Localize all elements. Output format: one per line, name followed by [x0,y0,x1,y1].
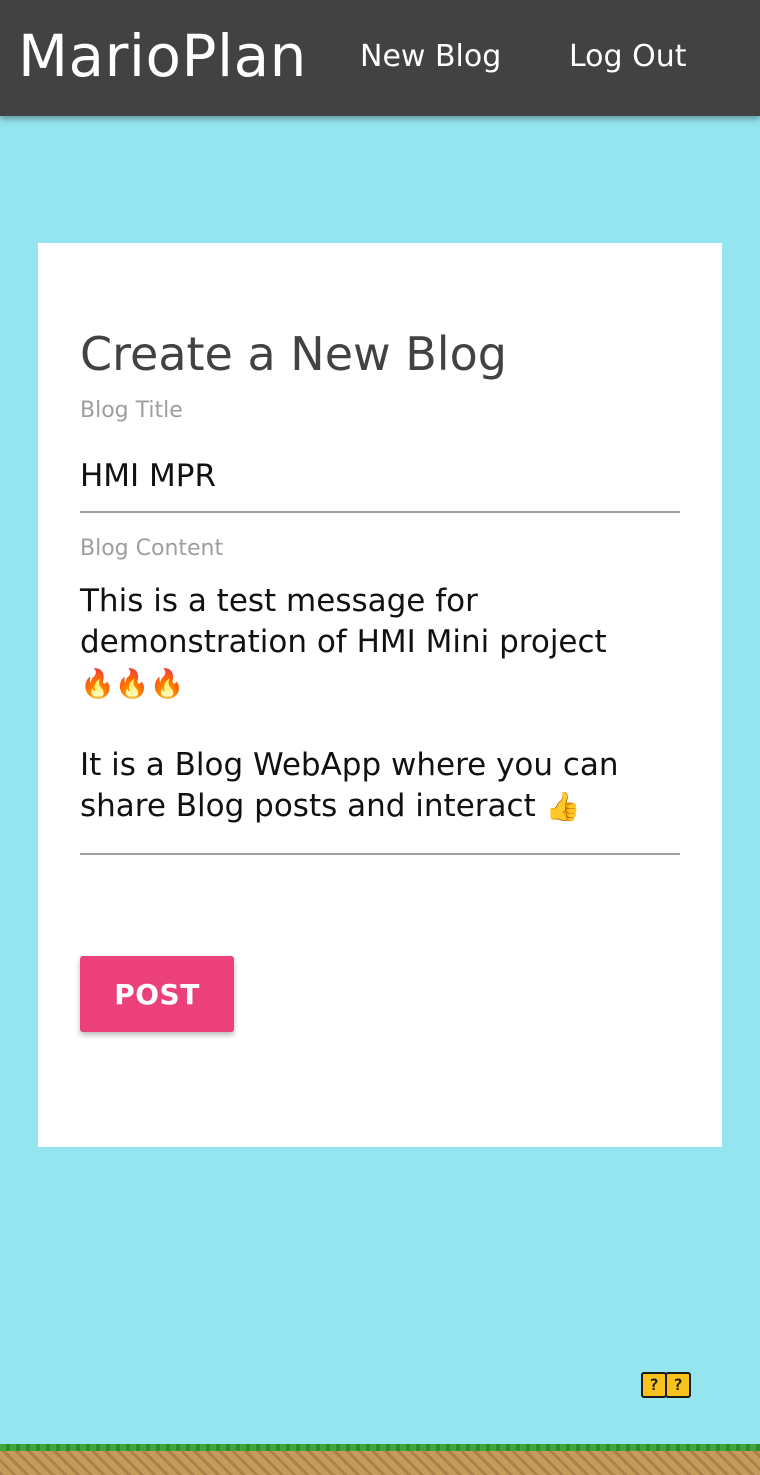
new-blog-link[interactable]: New Blog [360,38,501,76]
question-block-icon: ? [641,1372,667,1398]
form-title: Create a New Blog [80,327,507,381]
blog-title-input[interactable] [80,441,680,513]
content-line: share Blog posts and interact 👍 [80,786,680,827]
content-line-text: share Blog posts and interact [80,788,536,824]
fire-emoji-icon: 🔥🔥🔥 [80,667,185,700]
post-button[interactable]: POST [80,956,234,1032]
brand-logo[interactable]: MarioPlan [18,20,307,92]
ground-decoration [0,1444,760,1475]
create-blog-card: Create a New Blog Blog Title Blog Conten… [38,243,722,1147]
dirt-strip [0,1451,760,1475]
content-line: This is a test message for [80,583,478,619]
blog-content-textarea[interactable]: This is a test message for demonstration… [80,581,680,855]
content-line: demonstration of HMI Mini project [80,624,607,660]
question-blocks-decoration: ? ? [641,1372,691,1398]
thumbs-up-emoji-icon: 👍 [545,790,581,823]
blog-content-label: Blog Content [80,536,224,561]
blog-title-label: Blog Title [80,398,183,423]
content-line: It is a Blog WebApp where you can [80,747,619,783]
navbar: MarioPlan New Blog Log Out [0,0,760,116]
grass-strip [0,1444,760,1451]
content-blank-line [80,704,680,745]
question-block-icon: ? [665,1372,691,1398]
log-out-link[interactable]: Log Out [569,38,687,76]
